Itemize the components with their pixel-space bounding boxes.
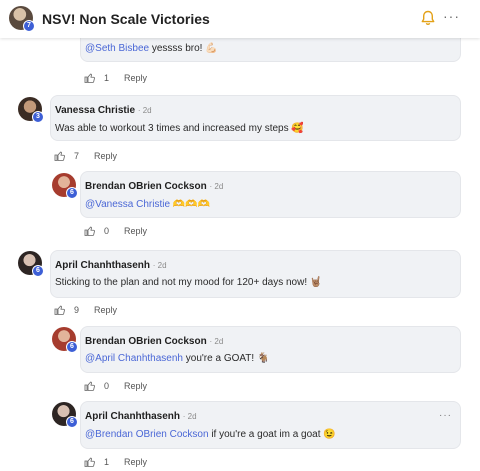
level-badge: 6 [66,416,78,428]
reply-button[interactable]: Reply [124,381,147,391]
reply-author[interactable]: Brendan OBrien Cockson · 2d [85,336,223,347]
reply-time: · 2d [209,182,224,191]
reply-text: @April Chanhthasenh you're a GOAT! 🐐 [85,353,270,364]
reply-bubble: Brendan OBrien Cockson · 2d @April Chanh… [80,326,461,373]
group-header: 7 NSV! Non Scale Victories ··· [0,0,480,38]
avatar[interactable]: 6 [18,251,44,277]
mention-link[interactable]: @Brendan OBrien Cockson [85,429,209,440]
reply-time: · 2d [209,337,224,346]
comment-text: Was able to workout 3 times and increase… [55,123,304,134]
like-count: 7 [74,151,80,161]
avatar[interactable]: 6 [52,173,78,199]
like-count: 1 [104,73,110,83]
comment-author[interactable]: April Chanhthasenh · 2d [55,260,167,271]
mention-link[interactable]: @April Chanhthasenh [85,353,183,364]
like-icon[interactable] [54,304,66,316]
reply-time: · 2d [182,412,197,421]
like-count: 1 [104,457,110,467]
like-icon[interactable] [84,72,96,84]
reply-button[interactable]: Reply [94,151,117,161]
mention-link[interactable]: @Vanessa Christie [85,199,170,210]
like-icon[interactable] [54,150,66,162]
reply-text: @Seth Bisbee yessss bro! 💪🏻 [85,43,218,54]
like-count: 0 [104,226,110,236]
like-count: 0 [104,381,110,391]
level-badge: 6 [32,265,44,277]
reply-text: @Brendan OBrien Cockson if you're a goat… [85,429,336,440]
avatar[interactable]: 6 [52,402,78,428]
comment-bubble: April Chanhthasenh · 2d Sticking to the … [50,250,461,298]
reply-author[interactable]: April Chanhthasenh · 2d [85,411,197,422]
group-avatar[interactable]: 7 [9,6,35,32]
reply-button[interactable]: Reply [124,457,147,467]
like-icon[interactable] [84,380,96,392]
level-badge: 3 [32,111,44,123]
group-title: NSV! Non Scale Victories [42,11,210,27]
level-badge: 6 [66,341,78,353]
mention-link[interactable]: @Seth Bisbee [85,43,149,54]
level-badge: 7 [23,20,35,32]
comment-text: Sticking to the plan and not my mood for… [55,277,323,288]
comment-time: · 2d [152,261,167,270]
comment-author[interactable]: Vanessa Christie · 2d [55,105,152,116]
reply-bubble: April Chanhthasenh · 2d ··· @Brendan OBr… [80,401,461,449]
like-icon[interactable] [84,225,96,237]
level-badge: 6 [66,187,78,199]
more-options-icon[interactable]: ··· [443,8,460,24]
reply-author[interactable]: Brendan OBrien Cockson · 2d [85,181,223,192]
reply-button[interactable]: Reply [124,73,147,83]
like-icon[interactable] [84,456,96,468]
avatar[interactable]: 6 [52,327,78,353]
like-count: 9 [74,305,80,315]
more-options-icon[interactable]: ··· [439,410,452,421]
comment-bubble: Vanessa Christie · 2d Was able to workou… [50,95,461,141]
reply-text: @Vanessa Christie 🫶🫶🫶 [85,199,211,210]
reply-button[interactable]: Reply [94,305,117,315]
reply-button[interactable]: Reply [124,226,147,236]
avatar[interactable]: 3 [18,97,44,123]
bell-icon[interactable] [421,10,435,26]
comment-time: · 2d [137,106,152,115]
reply-bubble: Brendan OBrien Cockson · 2d @Vanessa Chr… [80,171,461,218]
